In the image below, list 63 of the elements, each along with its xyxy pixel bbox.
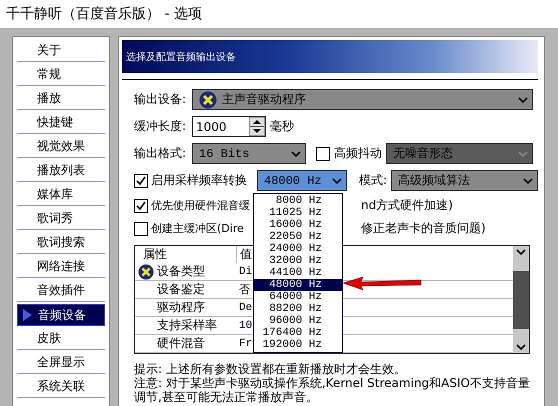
header-title: 选择及配置音频输出设备: [126, 50, 236, 64]
field-label: 缓冲长度:: [134, 118, 188, 135]
sidebar-item[interactable]: 视觉效果: [17, 136, 105, 158]
checkbox-label: 高频抖动: [334, 145, 382, 162]
sidebar-item[interactable]: 常规: [17, 64, 105, 86]
caret-icon: [332, 178, 342, 184]
sidebar-item[interactable]: 歌词秀: [17, 208, 105, 230]
sidebar-item[interactable]: 全屏显示: [17, 352, 105, 374]
table-cell-text: 否: [239, 284, 250, 297]
column-header[interactable]: 属性: [135, 246, 237, 263]
caret-icon: [291, 150, 301, 156]
checkbox-label: 优先使用硬件混音缓: [151, 198, 251, 213]
sidebar-item[interactable]: 音频设备: [17, 304, 105, 326]
device-dropdown[interactable]: 主声音驱动程序: [192, 89, 533, 110]
field-label: 输出格式:: [134, 145, 188, 162]
sidebar-item[interactable]: 播放列表: [17, 160, 105, 182]
dropdown-option[interactable]: 48000 Hz: [254, 279, 342, 291]
sidebar-item[interactable]: 快捷键: [17, 112, 105, 134]
checkbox[interactable]: [134, 174, 148, 188]
caret-icon: [518, 150, 528, 156]
sidebar-item[interactable]: 皮肤: [17, 328, 105, 350]
sidebar-item[interactable]: 歌词搜索: [17, 232, 105, 254]
checkbox[interactable]: [134, 198, 148, 212]
note-text: 提示: 上述所有参数设置都在重新播放时才会生效。: [134, 362, 407, 376]
sidebar-item[interactable]: 音效插件: [17, 280, 105, 302]
table-cell: Fr: [239, 338, 252, 350]
checkbox-label: 修正老声卡的音质问题): [361, 220, 486, 237]
table-cell: Di: [239, 266, 252, 278]
field-label: 模式:: [358, 172, 388, 189]
table-cell-text: 硬件混音: [157, 335, 206, 352]
sidebar-item[interactable]: 关于: [17, 40, 105, 62]
table-cell: De: [239, 302, 252, 314]
checkbox[interactable]: [134, 222, 148, 236]
checkbox-label: 创建主缓冲区(Dire: [151, 221, 245, 236]
scrollbar[interactable]: [513, 246, 529, 353]
triangle-icon: [23, 309, 32, 321]
caret-icon: [523, 178, 533, 184]
table-cell: 10: [239, 320, 252, 332]
table-cell-text: 设备鉴定: [157, 281, 206, 298]
warning-icon: [138, 264, 154, 280]
field-label: 输出设备:: [134, 91, 188, 108]
note-text: 注意: 对于某些声卡驱动或操作系统,Kernel Streaming和ASIO不支持音量调节,甚至可能无法正常播放声音。: [134, 376, 531, 404]
checkbox-label: nd方式硬件加速): [361, 197, 453, 214]
caret-icon: [518, 96, 528, 102]
table-cell-text: 驱动程序: [157, 299, 206, 316]
caret-icon: [516, 249, 526, 255]
buffer-field[interactable]: 1000: [192, 116, 266, 137]
mode-dropdown[interactable]: 高级频域算法: [391, 170, 538, 191]
spinner-icon[interactable]: [249, 117, 265, 136]
sidebar-item[interactable]: 系统关联: [17, 376, 105, 398]
table-cell-text: 设备类型: [157, 263, 206, 280]
sidebar-item[interactable]: 网络连接: [17, 256, 105, 278]
checkbox-label: 启用采样频率转换: [151, 172, 247, 189]
unit-label: 毫秒: [270, 118, 294, 135]
warning-icon: [199, 90, 217, 108]
table-cell-text: 支持采样率: [157, 317, 218, 334]
column-header[interactable]: 值: [237, 246, 257, 263]
sidebar-item[interactable]: 媒体库: [17, 184, 105, 206]
window-title: 千千静听（百度音乐版） - 选项: [6, 5, 202, 23]
sidebar-item[interactable]: 播放: [17, 88, 105, 110]
caret-icon: [516, 344, 526, 350]
format-dropdown[interactable]: 16 Bits: [192, 143, 306, 164]
sample-rate-dropdown[interactable]: 48000 Hz: [257, 170, 347, 191]
